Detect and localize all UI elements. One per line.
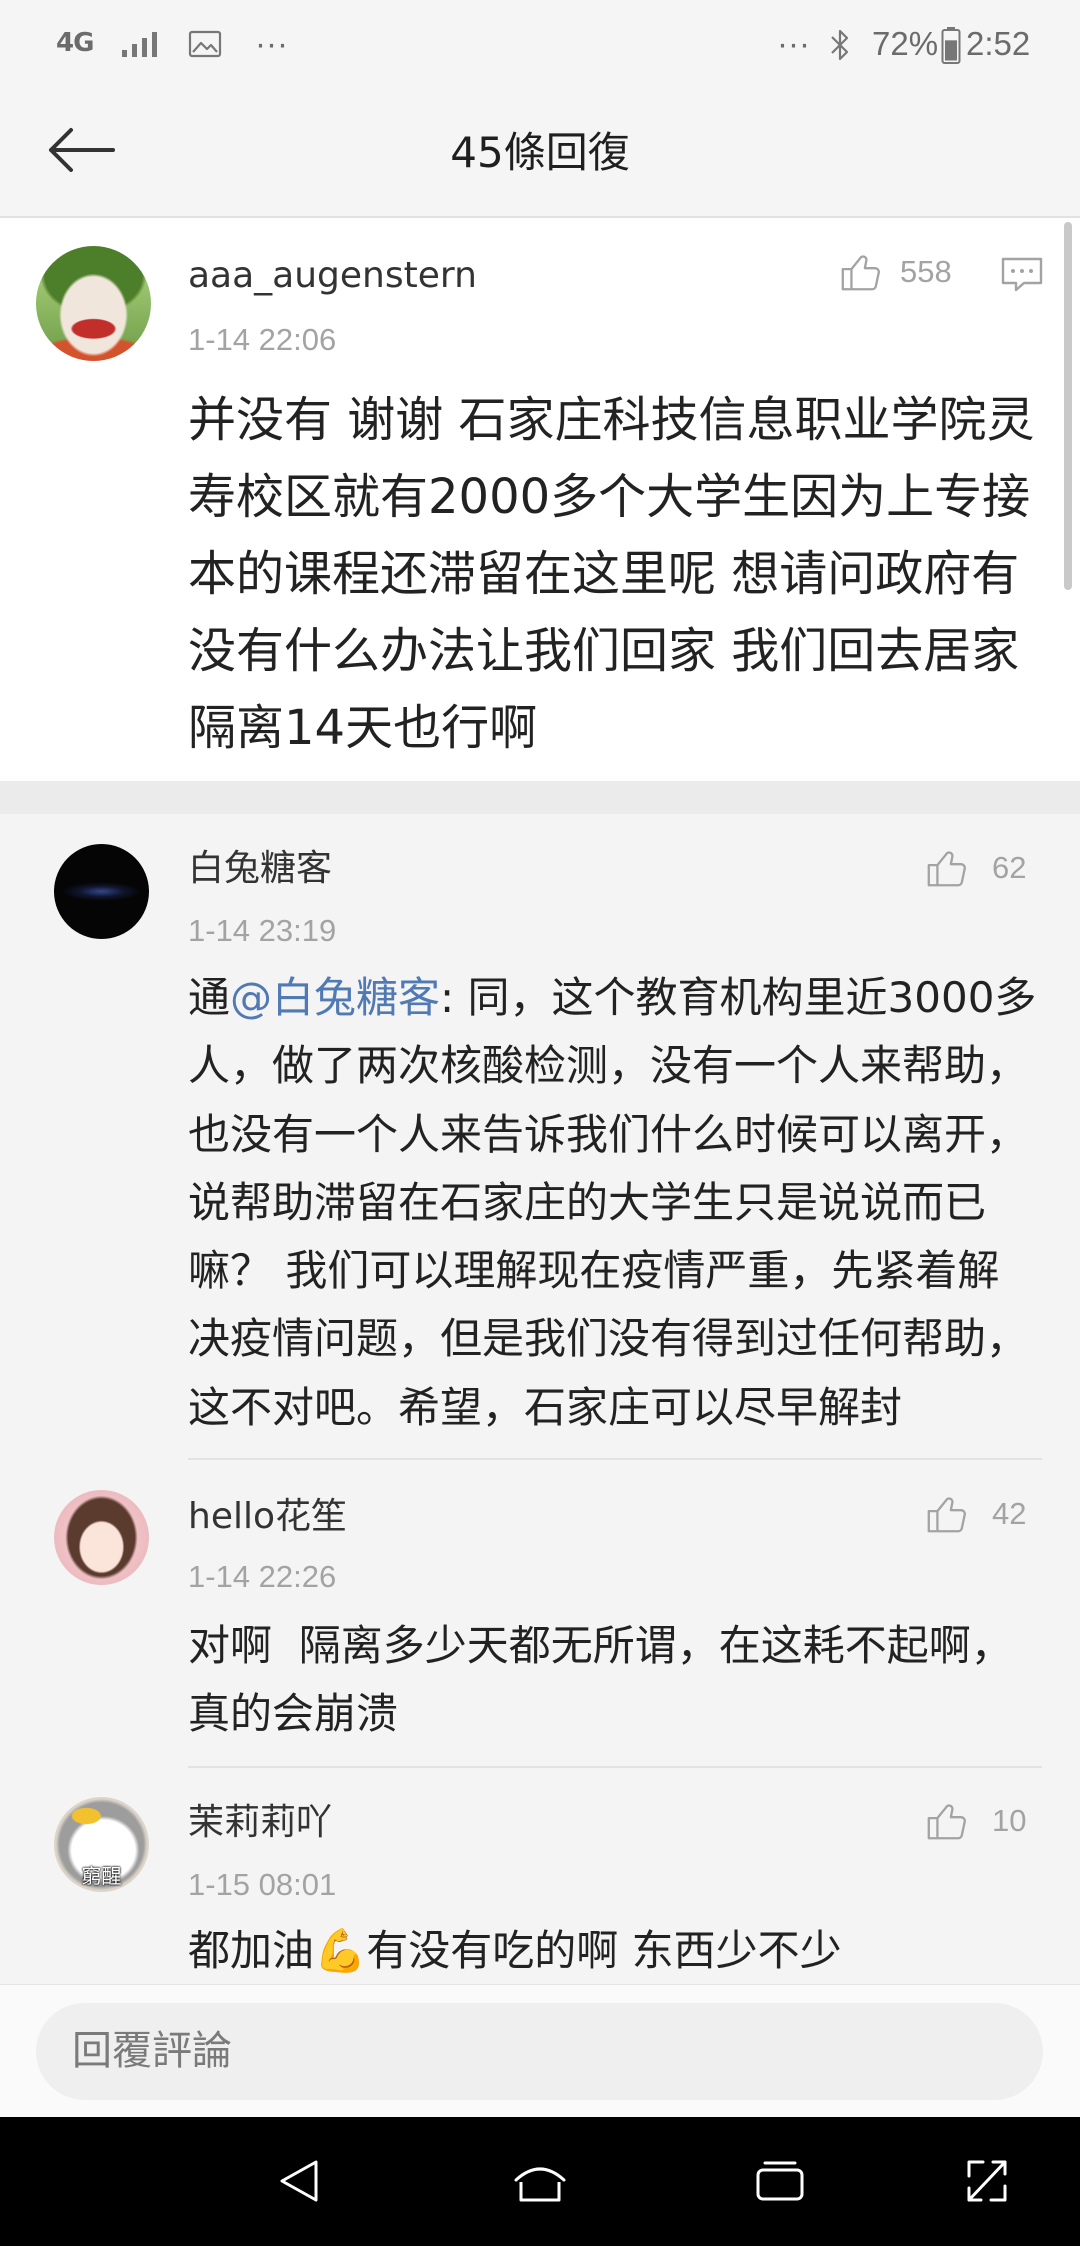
thumbs-up-icon[interactable]	[838, 249, 884, 295]
reply-body: 都加油💪有没有吃的啊 东西少不少	[188, 1917, 842, 1984]
comment-body-line: 隔离14天也行啊	[188, 700, 538, 756]
reply-body-line: 通@白兔糖客: 同，这个教育机构里近3000多	[188, 964, 1036, 1032]
comment-bubble-icon[interactable]	[1000, 255, 1044, 295]
comment-time: 1-14 22:06	[188, 322, 337, 357]
reply-body-line: 人，做了两次核酸检测，没有一个人来帮助，	[188, 1041, 1029, 1091]
thumbs-up-icon[interactable]	[924, 1491, 970, 1537]
comment-body: 并没有 谢谢 石家庄科技信息职业学院灵 寿校区就有2000多个大学生因为上专接 …	[188, 382, 1035, 767]
comment-body-line: 没有什么办法让我们回家 我们回去居家	[188, 623, 1020, 679]
reply-time: 1-14 23:19	[188, 913, 337, 948]
reply-body-line: 也没有一个人来告诉我们什么时候可以离开，	[188, 1109, 1029, 1159]
reply-divider	[188, 1458, 1042, 1460]
nav-expand-icon[interactable]	[963, 2156, 1011, 2206]
mention-link[interactable]: @白兔糖客	[230, 973, 440, 1022]
reply-list: 白兔糖客 62 1-14 23:19 通@白兔糖客: 同，这个教育机构里近300…	[0, 814, 1080, 1984]
thumbs-up-icon[interactable]	[924, 845, 970, 891]
reply-username[interactable]: 茉莉莉吖	[188, 1801, 332, 1845]
reply-bar: 回覆評論	[0, 1984, 1080, 2117]
like-count: 42	[992, 1496, 1027, 1531]
main-comment: aaa_augenstern 1-14 22:06 558 并没有 谢谢 石家庄…	[0, 218, 1080, 781]
reply-body-line: 说帮助滞留在石家庄的大学生只是说说而已	[188, 1177, 987, 1227]
reply-input[interactable]: 回覆評論	[36, 2003, 1043, 2100]
image-notification-icon	[188, 30, 222, 58]
avatar[interactable]: 窮醒	[54, 1797, 149, 1892]
reply-username[interactable]: hello花笙	[188, 1495, 347, 1539]
clock: 2:52	[966, 25, 1031, 62]
comment-body-line: 并没有 谢谢 石家庄科技信息职业学院灵	[188, 392, 1035, 448]
like-count: 62	[992, 850, 1027, 885]
nav-back-icon[interactable]	[276, 2156, 322, 2206]
reply-body-text: : 同，这个教育机构里近3000多	[440, 973, 1037, 1022]
section-divider	[0, 781, 1080, 814]
nav-recent-apps-icon[interactable]	[755, 2160, 805, 2203]
reply-time: 1-15 08:01	[188, 1867, 337, 1902]
comment-body-line: 寿校区就有2000多个大学生因为上专接	[188, 469, 1031, 525]
battery-percent: 72%	[872, 25, 939, 62]
reply-body-prefix: 通	[188, 973, 231, 1022]
more-notifications-indicator: ···	[255, 25, 288, 62]
battery-fill	[945, 40, 957, 61]
reply-time: 1-14 22:26	[188, 1559, 337, 1594]
screen: 4G ··· ··· 72% 2:52 45條回復 aaa_augenstern…	[0, 0, 1080, 2246]
avatar[interactable]	[54, 1490, 149, 1585]
reply-input-placeholder: 回覆評論	[72, 2028, 232, 2074]
avatar[interactable]	[54, 844, 149, 939]
reply-body: 对啊 隔离多少天都无所谓，在这耗不起啊， 真的会崩溃	[188, 1612, 1013, 1748]
reply-body-line: 真的会崩溃	[188, 1689, 399, 1738]
reply-body-line: 对啊 隔离多少天都无所谓，在这耗不起啊，	[188, 1621, 1013, 1670]
more-status-indicator: ···	[777, 25, 810, 62]
bluetooth-icon	[831, 29, 849, 61]
reply-body-line: 决疫情问题，但是我们没有得到过任何帮助，	[188, 1314, 1029, 1364]
reply-username[interactable]: 白兔糖客	[188, 847, 332, 891]
header: 45條回復	[0, 89, 1080, 218]
signal-icon	[122, 32, 157, 57]
battery-icon	[941, 27, 961, 64]
comment-body-line: 本的课程还滞留在这里呢 想请问政府有	[188, 546, 1020, 602]
reply-divider	[188, 1766, 1042, 1768]
reply-body: 通@白兔糖客: 同，这个教育机构里近3000多 人，做了两次核酸检测，没有一个人…	[188, 964, 1036, 1442]
status-bar: 4G ··· ··· 72% 2:52	[0, 0, 1080, 89]
network-type-icon: 4G	[56, 28, 94, 58]
like-count: 558	[900, 254, 952, 289]
comment-username[interactable]: aaa_augenstern	[188, 254, 477, 298]
page-title: 45條回復	[450, 128, 630, 177]
nav-home-icon[interactable]	[511, 2156, 569, 2206]
scrollbar[interactable]	[1064, 222, 1072, 590]
reply-body-line: 这不对吧。希望，石家庄可以尽早解封	[188, 1382, 903, 1432]
reply-body-line: 嘛？ 我们可以理解现在疫情严重，先紧着解	[188, 1246, 1000, 1296]
avatar[interactable]	[36, 246, 151, 361]
reply-body-line: 都加油💪有没有吃的啊 东西少不少	[188, 1926, 842, 1975]
like-count: 10	[992, 1803, 1027, 1838]
back-arrow-icon[interactable]	[46, 126, 116, 174]
avatar-caption: 窮醒	[81, 1864, 122, 1888]
navigation-bar	[0, 2117, 1080, 2246]
thumbs-up-icon[interactable]	[924, 1798, 970, 1844]
